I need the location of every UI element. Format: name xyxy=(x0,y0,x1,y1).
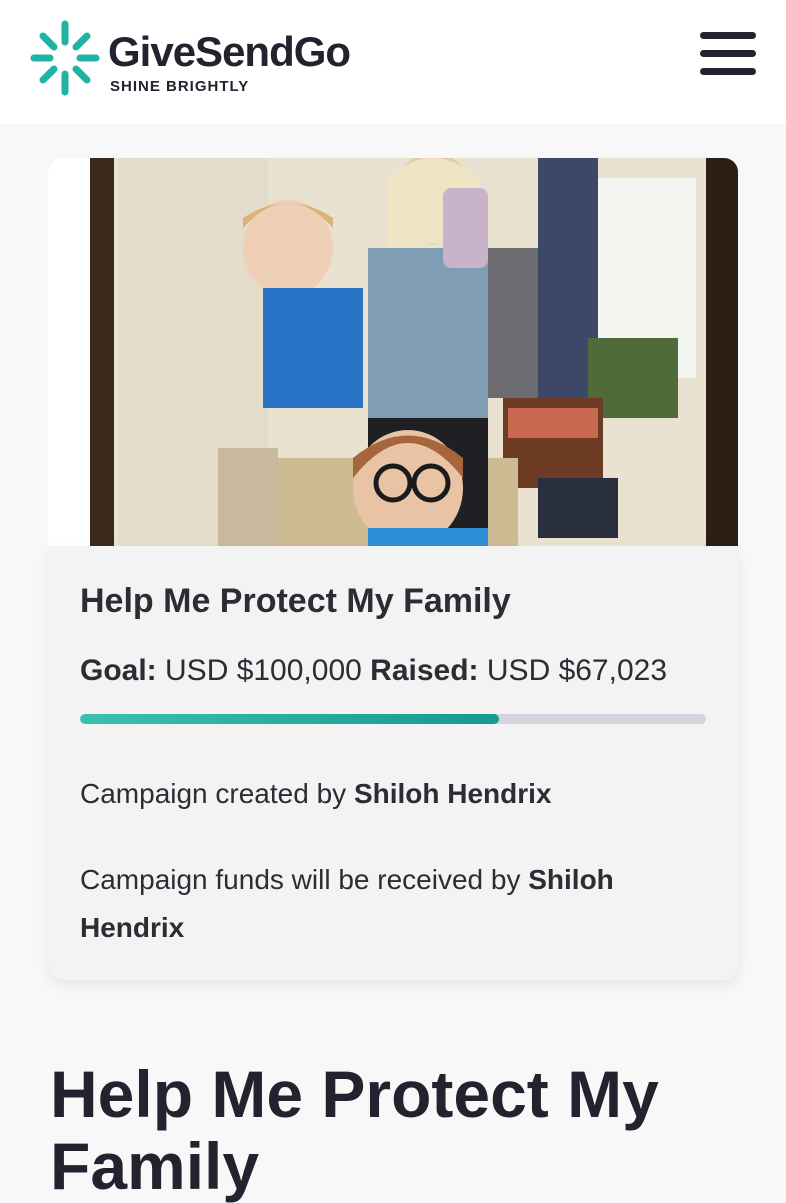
hamburger-menu-icon[interactable] xyxy=(700,32,756,82)
raised-label: Raised: xyxy=(370,654,479,687)
brand-tagline: SHINE BRIGHTLY xyxy=(110,78,250,95)
campaign-creator: Campaign created by Shiloh Hendrix xyxy=(80,778,552,810)
funding-progress-bar xyxy=(80,714,706,724)
creator-name[interactable]: Shiloh Hendrix xyxy=(354,778,552,809)
campaign-photo xyxy=(48,158,738,546)
campaign-title[interactable]: Help Me Protect My Family xyxy=(80,582,511,621)
burst-logo-icon xyxy=(30,20,100,96)
funds-text: Campaign funds will be received by xyxy=(80,864,521,895)
campaign-recipient: Campaign funds will be received by Shilo… xyxy=(80,856,710,952)
page-title: Help Me Protect My Family xyxy=(50,1057,659,1203)
site-header: GiveSendGo SHINE BRIGHTLY xyxy=(0,0,786,124)
givesendgo-logo[interactable]: GiveSendGo SHINE BRIGHTLY xyxy=(30,20,390,100)
campaign-summary-card: Help Me Protect My Family Goal: USD $100… xyxy=(48,546,738,980)
raised-value: USD $67,023 xyxy=(486,654,668,687)
brand-name: GiveSendGo xyxy=(108,28,351,75)
goal-raised-row: Goal: USD $100,000 Raised: USD $67,023 xyxy=(80,654,667,688)
goal-label: Goal: xyxy=(80,654,157,687)
funding-progress-fill xyxy=(80,714,500,724)
goal-value: USD $100,000 xyxy=(165,654,362,687)
created-by-text: Campaign created by xyxy=(80,778,347,809)
campaign-photo-illustration xyxy=(48,158,738,546)
